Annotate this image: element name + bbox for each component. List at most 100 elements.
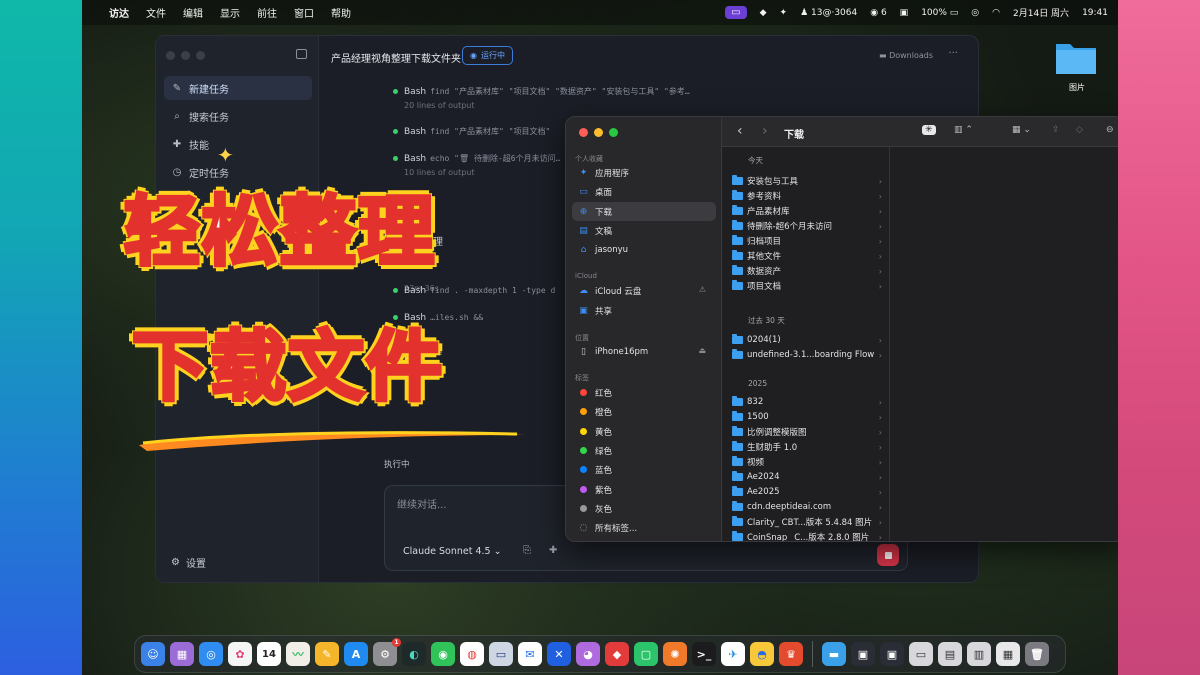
more-icon[interactable]: ··· bbox=[948, 48, 958, 59]
tag-blue[interactable]: 蓝色 bbox=[572, 460, 716, 479]
view-columns-icon[interactable]: ▥ ⌃ bbox=[954, 125, 973, 135]
list-item[interactable]: Ae2025 › bbox=[732, 485, 882, 499]
settings-button[interactable]: ⚙ 设置 bbox=[171, 555, 206, 570]
back-icon[interactable]: ‹ bbox=[737, 123, 743, 139]
cross-app-dock-icon[interactable]: ✕ bbox=[547, 642, 571, 666]
calendar-dock-icon[interactable]: 14 bbox=[257, 642, 281, 666]
tag-icon[interactable]: ◇ bbox=[1076, 125, 1083, 135]
model-selector[interactable]: Claude Sonnet 4.5 ⌄ bbox=[403, 546, 502, 557]
attach-icon[interactable]: ⎘ bbox=[523, 545, 531, 556]
sidebar-item-icloud-drive[interactable]: ☁ iCloud 云盘 ⚠ bbox=[572, 281, 716, 300]
ai-app-dock-icon[interactable]: ◐ bbox=[402, 642, 426, 666]
lark-dock-icon[interactable]: ✈ bbox=[721, 642, 745, 666]
system-settings-dock-icon[interactable]: ⚙ 1 bbox=[373, 638, 401, 666]
date-text[interactable]: 2月14日 周六 bbox=[1013, 6, 1069, 19]
sidebar-item-home[interactable]: ⌂ jasonyu bbox=[572, 240, 716, 259]
tag-green[interactable]: 绿色 bbox=[572, 441, 716, 460]
list-item[interactable]: 待删除-超6个月未访问 › bbox=[732, 219, 882, 233]
list-item[interactable]: 参考资料 › bbox=[732, 189, 882, 203]
list-item[interactable]: 生财助手 1.0 › bbox=[732, 440, 882, 454]
log-entry[interactable]: Bash find . -maxdepth 1 -type d bbox=[393, 286, 555, 296]
minimize-button[interactable] bbox=[181, 51, 190, 60]
menu-window[interactable]: 窗口 bbox=[294, 5, 314, 20]
sidebar-item-desktop[interactable]: ▭ 桌面 bbox=[572, 182, 716, 201]
nav-new-task[interactable]: ✎ 新建任务 bbox=[164, 76, 312, 100]
nav-search-tasks[interactable]: ⌕ 搜索任务 bbox=[164, 104, 312, 128]
forward-icon[interactable]: › bbox=[762, 123, 768, 139]
list-item[interactable]: Ae2024 › bbox=[732, 470, 882, 484]
desktop-folder-icon[interactable] bbox=[1054, 38, 1098, 78]
perplexity-icon[interactable]: ✳ bbox=[922, 125, 936, 135]
sidebar-item-applications[interactable]: ✦ 应用程序 bbox=[572, 163, 716, 182]
screen-record-icon[interactable]: ▭ bbox=[725, 6, 747, 19]
list-item[interactable]: Clarity_ CBT...版本 5.4.84 图片 › bbox=[732, 515, 882, 529]
cat-icon[interactable]: ◆ bbox=[760, 8, 767, 18]
sidebar-item-downloads[interactable]: ⊕ 下载 bbox=[572, 202, 716, 221]
mail-dock-icon[interactable]: ✉ bbox=[518, 642, 542, 666]
chat-input[interactable]: 继续对话... bbox=[397, 496, 447, 511]
finder-dock-icon[interactable]: ☺ bbox=[141, 642, 165, 666]
s-app-icon[interactable]: ▣ bbox=[900, 8, 909, 18]
wechat-status[interactable]: ◉ 6 bbox=[870, 8, 886, 18]
pages-dock-icon[interactable]: ✎ bbox=[315, 642, 339, 666]
nav-skills[interactable]: ✚ 技能 bbox=[164, 132, 312, 156]
stop-button[interactable] bbox=[877, 544, 899, 566]
cat-dock-icon[interactable]: ◕ bbox=[576, 642, 600, 666]
chrome-dock-icon[interactable]: ◍ bbox=[460, 642, 484, 666]
working-folder[interactable]: ▬ Downloads bbox=[879, 51, 933, 60]
status-user[interactable]: ♟ 13@·3064 bbox=[800, 8, 857, 18]
log-entry[interactable]: Bash find "产品素材库" "项目文档" bbox=[393, 126, 550, 137]
sidebar-item-documents[interactable]: ▤ 文稿 bbox=[572, 221, 716, 240]
terminal-dock-icon[interactable]: >_ bbox=[692, 642, 716, 666]
minimize-button[interactable] bbox=[594, 128, 603, 137]
list-item[interactable]: 项目文档 › bbox=[732, 279, 882, 293]
tag-red[interactable]: 红色 bbox=[572, 383, 716, 402]
recent-window-dock-icon[interactable]: ▣ bbox=[851, 642, 875, 666]
photos-dock-icon[interactable]: ✿ bbox=[228, 642, 252, 666]
recent-window-dock-icon[interactable]: ▥ bbox=[967, 642, 991, 666]
menu-help[interactable]: 帮助 bbox=[331, 5, 351, 20]
list-item[interactable]: 0204(1) › bbox=[732, 333, 882, 347]
close-button[interactable] bbox=[166, 51, 175, 60]
time-text[interactable]: 19:41 bbox=[1082, 8, 1108, 18]
list-item[interactable]: 832 › bbox=[732, 395, 882, 409]
more-icon[interactable]: ⊖ bbox=[1106, 125, 1114, 135]
tag-orange[interactable]: 橙色 bbox=[572, 402, 716, 421]
recent-window-dock-icon[interactable]: ▭ bbox=[909, 642, 933, 666]
ai-tool-dock-icon[interactable]: ◓ bbox=[750, 642, 774, 666]
list-item[interactable]: 1500 › bbox=[732, 410, 882, 424]
tag-all[interactable]: ◌ 所有标签... bbox=[572, 518, 716, 537]
app-store-dock-icon[interactable]: A bbox=[344, 642, 368, 666]
close-button[interactable] bbox=[579, 128, 588, 137]
sparkle-dock-icon[interactable]: ✺ bbox=[663, 642, 687, 666]
sidebar-item-iphone[interactable]: ▯ iPhone16pm ⏏ bbox=[572, 342, 716, 361]
recent-window-dock-icon[interactable]: ▦ bbox=[996, 642, 1020, 666]
battery-status[interactable]: 100% ▭ bbox=[921, 8, 958, 18]
zoom-button[interactable] bbox=[609, 128, 618, 137]
log-entry[interactable]: Bash find "产品素材库" "项目文档" "数据资产" "安装包与工具" … bbox=[393, 86, 690, 97]
sparkle-status-icon[interactable]: ✦ bbox=[780, 8, 788, 18]
list-item[interactable]: cdn.deeptideai.com › bbox=[732, 500, 882, 514]
trash-dock-icon[interactable]: 🗑 bbox=[1025, 642, 1049, 666]
plugin-icon[interactable]: ✚ bbox=[549, 545, 557, 556]
red-app-dock-icon[interactable]: ◆ bbox=[605, 642, 629, 666]
menu-file[interactable]: 文件 bbox=[146, 5, 166, 20]
list-item[interactable]: 其他文件 › bbox=[732, 249, 882, 263]
recent-window-dock-icon[interactable]: ▤ bbox=[938, 642, 962, 666]
tag-yellow[interactable]: 黄色 bbox=[572, 422, 716, 441]
share-icon[interactable]: ⇪ bbox=[1052, 125, 1060, 135]
monitor-dock-icon[interactable]: ▭ bbox=[489, 642, 513, 666]
launchpad-dock-icon[interactable]: ▦ bbox=[170, 642, 194, 666]
menu-edit[interactable]: 编辑 bbox=[183, 5, 203, 20]
bird-app-dock-icon[interactable]: ♛ bbox=[779, 642, 803, 666]
desktop-folder-label[interactable]: 图片 bbox=[1057, 82, 1097, 93]
group-icon[interactable]: ▦ ⌄ bbox=[1012, 125, 1031, 135]
zoom-button[interactable] bbox=[196, 51, 205, 60]
control-center-icon[interactable]: ◎ bbox=[971, 8, 979, 18]
menu-go[interactable]: 前往 bbox=[257, 5, 277, 20]
wifi-icon[interactable]: ◠ bbox=[992, 8, 1000, 18]
sidebar-item-shared[interactable]: ▣ 共享 bbox=[572, 301, 716, 320]
recent-window-dock-icon[interactable]: ▣ bbox=[880, 642, 904, 666]
list-item[interactable]: 安装包与工具 › bbox=[732, 174, 882, 188]
menu-view[interactable]: 显示 bbox=[220, 5, 240, 20]
